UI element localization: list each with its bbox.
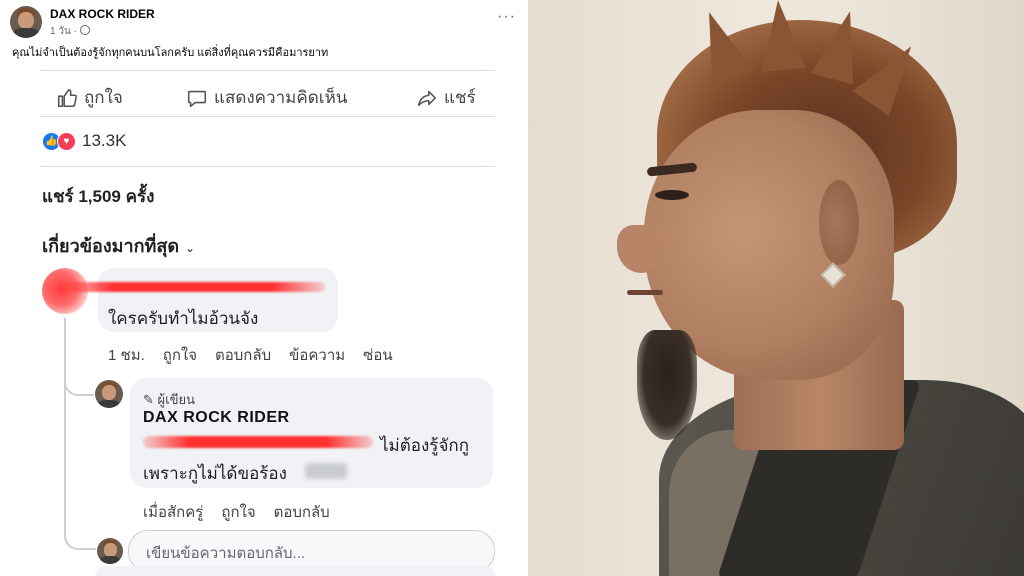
hair-spike	[756, 0, 806, 72]
nose	[617, 225, 662, 273]
reaction-count: 13.3K	[82, 131, 127, 150]
comment-reply-link[interactable]: ตอบกลับ	[215, 343, 271, 367]
main-comment-input[interactable]	[95, 566, 495, 576]
reply-reply-link[interactable]: ตอบกลับ	[274, 500, 330, 524]
comment-icon	[187, 90, 207, 107]
divider	[40, 116, 495, 117]
reply-text-line-1: ไม่ต้องรู้จักกู	[380, 436, 469, 455]
thumbs-up-icon	[57, 88, 77, 107]
comment-sort-label: เกี่ยวข้องมากที่สุด	[42, 236, 180, 256]
reply-actions: เมื่อสักครู่ ถูกใจ ตอบกลับ	[143, 500, 330, 524]
facebook-post-panel: DAX ROCK RIDER 1 วัน · ··· คุณไม่จำเป็นต…	[0, 0, 528, 576]
comment-actions: 1 ชม. ถูกใจ ตอบกลับ ข้อความ ซ่อน	[108, 343, 393, 367]
thread-line	[64, 318, 96, 550]
divider	[40, 166, 495, 167]
page-name[interactable]: DAX ROCK RIDER	[50, 7, 155, 21]
share-count[interactable]: แชร์ 1,509 ครั้ง	[42, 183, 154, 210]
redacted-commenter-name	[60, 282, 325, 292]
eye	[655, 190, 689, 200]
reply-input-placeholder: เขียนข้อความตอบกลับ...	[146, 545, 306, 562]
thread-connector	[64, 360, 94, 396]
blurred-word	[305, 463, 347, 479]
share-label: แชร์	[444, 88, 476, 107]
goatee	[637, 330, 697, 440]
comment-time: 1 ชม.	[108, 347, 145, 364]
more-options-icon[interactable]: ···	[497, 8, 516, 26]
chevron-down-icon: ⌄	[185, 241, 196, 255]
page-avatar[interactable]	[10, 6, 42, 38]
comment-label: แสดงความคิดเห็น	[214, 88, 348, 107]
portrait-photo	[529, 0, 1024, 576]
reply-text-line-2: เพราะกูไม่ได้ขอร้อง	[143, 464, 287, 483]
globe-icon	[79, 25, 90, 35]
comment-message-link[interactable]: ข้อความ	[289, 343, 345, 367]
comment-button[interactable]: แสดงความคิดเห็น	[186, 84, 347, 111]
reply-time: เมื่อสักครู่	[143, 504, 204, 521]
post-time[interactable]: 1 วัน ·	[50, 24, 90, 39]
share-button[interactable]: แชร์	[416, 84, 476, 111]
ear	[819, 180, 859, 265]
like-button[interactable]: ถูกใจ	[56, 84, 123, 111]
reply-like-link[interactable]: ถูกใจ	[221, 500, 255, 524]
love-reaction-icon: ♥	[57, 131, 76, 151]
like-label: ถูกใจ	[84, 88, 123, 107]
viewer-avatar	[97, 538, 123, 564]
comment-like-link[interactable]: ถูกใจ	[163, 343, 197, 367]
author-avatar[interactable]	[95, 380, 123, 408]
redacted-mention	[143, 436, 373, 448]
share-arrow-icon	[417, 90, 437, 106]
post-time-text[interactable]: 1 วัน ·	[50, 26, 77, 37]
author-badge: ✎ ผู้เขียน	[143, 392, 195, 407]
comment-sort-dropdown[interactable]: เกี่ยวข้องมากที่สุด ⌄	[42, 231, 195, 260]
post-caption: คุณไม่จำเป็นต้องรู้จักทุกคนบนโลกครับ แต่…	[12, 47, 329, 59]
divider	[40, 70, 495, 71]
reply-author-name[interactable]: DAX ROCK RIDER	[143, 409, 290, 427]
reaction-summary[interactable]: 👍 ♥ 13.3K	[42, 131, 126, 151]
comment-hide-link[interactable]: ซ่อน	[363, 343, 392, 367]
mouth	[627, 290, 663, 295]
comment-text: ใครครับทำไมอ้วนจัง	[108, 309, 259, 328]
